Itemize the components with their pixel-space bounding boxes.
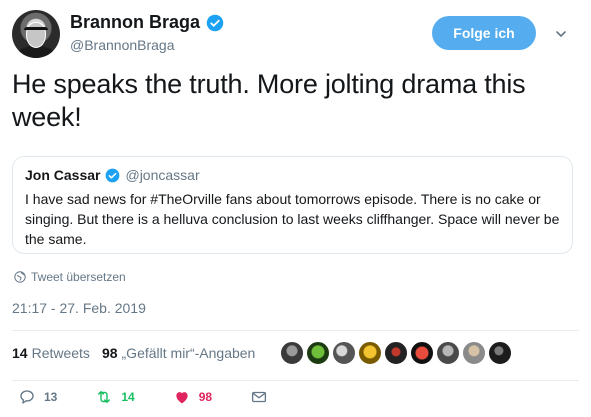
like-count: 98: [198, 390, 213, 404]
liker-avatar[interactable]: [436, 341, 460, 365]
liker-avatar[interactable]: [280, 341, 304, 365]
quoted-display-name: Jon Cassar: [25, 167, 101, 183]
reply-button[interactable]: 13: [18, 388, 57, 406]
tweet-text: He speaks the truth. More jolting drama …: [12, 69, 526, 132]
liker-avatar[interactable]: [384, 341, 408, 365]
retweet-button[interactable]: 14: [95, 388, 135, 406]
author-name-row: Brannon Braga: [70, 12, 224, 33]
likes-stat[interactable]: 98 „Gefällt mir“-Angaben: [102, 345, 255, 361]
translate-tweet-link[interactable]: Tweet übersetzen: [14, 270, 126, 284]
tweet-actions: 13 14 98: [18, 388, 306, 406]
author-handle[interactable]: @BrannonBraga: [70, 37, 175, 53]
liker-avatar[interactable]: [306, 341, 330, 365]
liker-avatar[interactable]: [332, 341, 356, 365]
likes-label: „Gefällt mir“-Angaben: [121, 345, 256, 361]
tweet-stats: 14 Retweets 98 „Gefällt mir“-Angaben: [12, 345, 255, 361]
verified-badge-icon: [206, 14, 224, 31]
liker-avatar[interactable]: [410, 341, 434, 365]
translate-label: Tweet übersetzen: [31, 270, 126, 284]
author-avatar[interactable]: [12, 10, 60, 58]
liker-avatar[interactable]: [462, 341, 486, 365]
retweet-count: 14: [121, 390, 135, 404]
verified-badge-icon: [106, 168, 120, 182]
retweets-label: Retweets: [31, 345, 90, 361]
liker-avatars: [280, 341, 512, 365]
chevron-down-icon[interactable]: [555, 28, 567, 40]
heart-icon: [176, 392, 188, 404]
retweets-count: 14: [12, 345, 28, 361]
author-display-name[interactable]: Brannon Braga: [70, 12, 200, 33]
divider: [12, 330, 579, 331]
direct-message-button[interactable]: [250, 388, 268, 406]
liker-avatar[interactable]: [488, 341, 512, 365]
follow-button[interactable]: Folge ich: [432, 16, 536, 50]
divider: [12, 380, 579, 381]
quoted-handle: @joncassar: [125, 167, 200, 183]
retweet-icon: [98, 391, 111, 403]
quoted-tweet-text: I have sad news for #TheOrville fans abo…: [25, 191, 560, 247]
globe-icon: [14, 271, 26, 283]
quoted-tweet[interactable]: Jon Cassar @joncassar I have sad news fo…: [12, 156, 573, 254]
envelope-icon: [252, 391, 267, 403]
reply-count: 13: [44, 390, 58, 404]
tweet-timestamp[interactable]: 21:17 - 27. Feb. 2019: [12, 300, 146, 316]
quoted-tweet-header: Jon Cassar @joncassar: [25, 167, 560, 183]
like-button[interactable]: 98: [173, 388, 212, 406]
reply-icon: [20, 390, 34, 404]
tweet-header: Brannon Braga @BrannonBraga Folge ich: [12, 10, 579, 60]
retweets-stat[interactable]: 14 Retweets: [12, 345, 90, 361]
likes-count: 98: [101, 345, 118, 361]
liker-avatar[interactable]: [358, 341, 382, 365]
